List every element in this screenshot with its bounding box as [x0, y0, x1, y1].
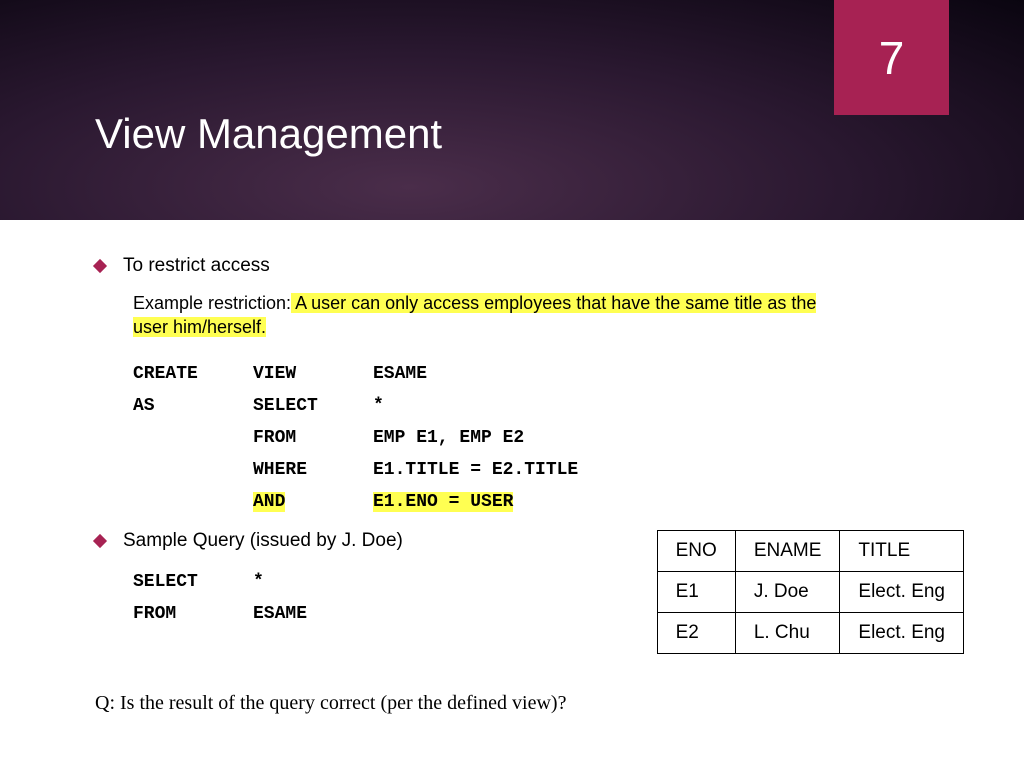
table-cell: L. Chu [735, 612, 840, 653]
table-header: ENAME [735, 530, 840, 571]
slide-title: View Management [95, 110, 442, 158]
sample-query-code: SELECT * FROM ESAME [133, 566, 373, 630]
sample-query-row: Sample Query (issued by J. Doe) SELECT *… [95, 530, 964, 654]
code-cell: WHERE [253, 454, 373, 486]
code-row: SELECT * [133, 566, 373, 598]
table-cell: Elect. Eng [840, 612, 964, 653]
code-cell: SELECT [253, 390, 373, 422]
code-cell: CREATE [133, 358, 253, 390]
slide-header: 7 View Management [0, 0, 1024, 220]
code-cell: E1.ENO = USER [373, 486, 618, 518]
table-cell: J. Doe [735, 571, 840, 612]
code-row: CREATE VIEW ESAME [133, 358, 618, 390]
table-header: ENO [657, 530, 735, 571]
result-table: ENO ENAME TITLE E1 J. Doe Elect. Eng E2 … [657, 530, 964, 654]
code-cell: VIEW [253, 358, 373, 390]
create-view-code: CREATE VIEW ESAME AS SELECT * FROM EMP E… [133, 358, 618, 518]
table-cell: E1 [657, 571, 735, 612]
diamond-bullet-icon [93, 259, 107, 273]
code-cell: ESAME [253, 598, 373, 630]
table-row: E1 J. Doe Elect. Eng [657, 571, 963, 612]
highlighted-text: A user can only access employees that ha… [291, 293, 816, 313]
bullet-text: Sample Query (issued by J. Doe) [123, 530, 403, 552]
code-row: FROM EMP E1, EMP E2 [133, 422, 618, 454]
example-label: Example restriction: [133, 293, 291, 313]
code-row: AS SELECT * [133, 390, 618, 422]
code-cell: FROM [133, 598, 253, 630]
code-cell: FROM [253, 422, 373, 454]
question-text: Q: Is the result of the query correct (p… [95, 692, 964, 715]
diamond-bullet-icon [93, 534, 107, 548]
code-cell: EMP E1, EMP E2 [373, 422, 618, 454]
table-cell: E2 [657, 612, 735, 653]
code-cell: SELECT [133, 566, 253, 598]
code-cell: * [253, 566, 373, 598]
slide-content: To restrict access Example restriction: … [0, 220, 1024, 715]
code-cell: AS [133, 390, 253, 422]
sample-left-col: Sample Query (issued by J. Doe) SELECT *… [95, 530, 647, 630]
code-row: FROM ESAME [133, 598, 373, 630]
code-row: WHERE E1.TITLE = E2.TITLE [133, 454, 618, 486]
bullet-item: Sample Query (issued by J. Doe) [95, 530, 647, 552]
page-number: 7 [879, 31, 905, 85]
code-row: AND E1.ENO = USER [133, 486, 618, 518]
page-number-badge: 7 [834, 0, 949, 115]
highlighted-text: user him/herself. [133, 317, 266, 337]
example-restriction: Example restriction: A user can only acc… [133, 291, 964, 340]
table-cell: Elect. Eng [840, 571, 964, 612]
bullet-item: To restrict access [95, 255, 964, 277]
table-header: TITLE [840, 530, 964, 571]
code-cell: ESAME [373, 358, 618, 390]
table-row: E2 L. Chu Elect. Eng [657, 612, 963, 653]
bullet-text: To restrict access [123, 255, 270, 277]
code-cell: E1.TITLE = E2.TITLE [373, 454, 618, 486]
table-header-row: ENO ENAME TITLE [657, 530, 963, 571]
code-cell: * [373, 390, 618, 422]
code-cell: AND [253, 486, 373, 518]
